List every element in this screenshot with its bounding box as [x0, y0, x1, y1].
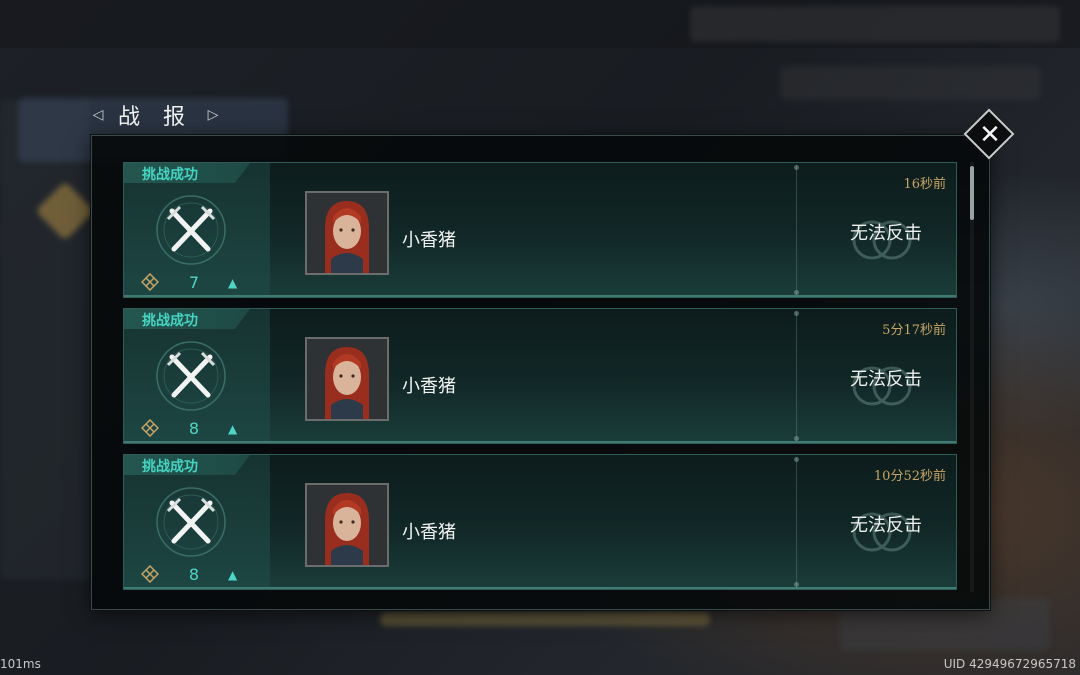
chevron-left-icon[interactable]: ◁ — [88, 107, 108, 123]
chevron-right-icon[interactable]: ▷ — [203, 107, 223, 123]
background-resource-bar — [690, 6, 1060, 42]
rank-badge-icon — [141, 565, 159, 583]
rank-badge-icon — [141, 273, 159, 291]
player-name: 小香猪 — [402, 376, 456, 397]
counterattack-button[interactable]: 无法反击 — [796, 365, 976, 391]
rank-up-icon: ▲ — [228, 276, 238, 290]
battle-report-header: ◁ 战 报 ▷ — [88, 98, 238, 132]
result-label: 挑战成功 — [142, 459, 198, 475]
avatar[interactable] — [305, 191, 389, 275]
report-card[interactable]: 挑战成功 7 ▲ 小香猪 16秒前 无法反击 — [123, 162, 957, 298]
result-panel: 挑战成功 8 ▲ — [124, 455, 270, 589]
background-info-bar — [780, 66, 1040, 100]
rank-up-icon: ▲ — [228, 422, 238, 436]
avatar[interactable] — [305, 483, 389, 567]
counterattack-button[interactable]: 无法反击 — [796, 511, 976, 537]
rank-badge-icon — [141, 419, 159, 437]
page-title: 战 报 — [118, 105, 193, 130]
close-icon: ✕ — [979, 120, 1001, 150]
player-name: 小香猪 — [402, 230, 456, 251]
result-panel: 挑战成功 7 ▲ — [124, 163, 270, 297]
timestamp: 10分52秒前 — [873, 469, 946, 484]
crossed-swords-icon — [156, 195, 226, 265]
avatar[interactable] — [305, 337, 389, 421]
background-progress-bar — [380, 612, 710, 626]
counterattack-button[interactable]: 无法反击 — [796, 219, 976, 245]
rank-value: 7 — [188, 273, 200, 292]
result-panel: 挑战成功 8 ▲ — [124, 309, 270, 443]
portrait-image — [307, 193, 387, 273]
rank-value: 8 — [188, 565, 200, 584]
report-list: 挑战成功 7 ▲ 小香猪 16秒前 无法反击 挑战成功 8 ▲ 小香猪 5分17… — [123, 162, 957, 600]
crossed-swords-icon — [156, 487, 226, 557]
timestamp: 5分17秒前 — [882, 323, 946, 338]
portrait-image — [307, 485, 387, 565]
close-button[interactable]: ✕ — [963, 108, 1017, 162]
player-name: 小香猪 — [402, 522, 456, 543]
scroll-thumb[interactable] — [970, 166, 974, 220]
result-label: 挑战成功 — [142, 313, 198, 329]
report-card[interactable]: 挑战成功 8 ▲ — [123, 454, 957, 590]
rank-up-icon: ▲ — [228, 568, 238, 582]
crossed-swords-icon — [156, 341, 226, 411]
background-left-panel — [0, 100, 90, 580]
result-label: 挑战成功 — [142, 167, 198, 183]
report-card[interactable]: 挑战成功 8 ▲ — [123, 308, 957, 444]
latency-readout: 101ms — [0, 657, 41, 671]
uid-readout: UID 42949672965718 — [943, 657, 1076, 671]
timestamp: 16秒前 — [903, 177, 946, 192]
portrait-image — [307, 339, 387, 419]
rank-value: 8 — [188, 419, 200, 438]
